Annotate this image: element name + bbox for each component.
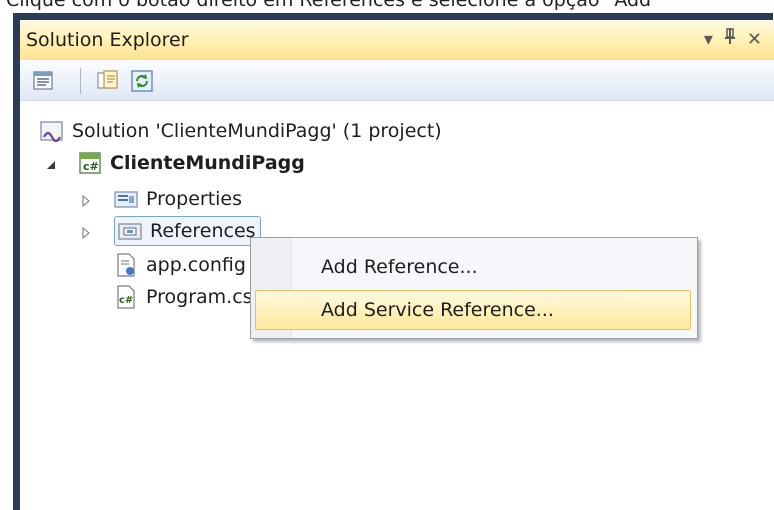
context-menu: Add Reference... Add Service Reference..…: [250, 237, 698, 339]
expanded-triangle-icon[interactable]: [45, 159, 57, 171]
close-icon[interactable]: ✕: [747, 27, 762, 53]
references-selection[interactable]: References: [114, 216, 261, 246]
add-service-reference-menu-item[interactable]: Add Service Reference...: [255, 290, 691, 330]
csharp-project-icon: c#: [79, 152, 101, 174]
program-label: Program.cs: [146, 286, 253, 308]
properties-label: Properties: [146, 188, 243, 210]
tree-node-solution[interactable]: Solution 'ClienteMundiPagg' (1 project): [40, 115, 442, 147]
svg-text:c#: c#: [83, 160, 99, 173]
appconfig-label: app.config: [146, 254, 246, 276]
panel-toolbar: [20, 60, 774, 101]
title-controls: ▾ ✕: [704, 27, 762, 53]
properties-icon: [33, 71, 53, 90]
references-folder-icon: [118, 223, 142, 240]
solution-icon: [40, 121, 63, 143]
panel-titlebar: Solution Explorer ▾ ✕: [20, 20, 774, 60]
pin-icon-svg: [724, 28, 735, 44]
collapsed-triangle-icon[interactable]: [80, 227, 92, 239]
add-reference-label: Add Reference...: [321, 256, 478, 278]
project-label: ClienteMundiPagg: [110, 152, 305, 174]
properties-button[interactable]: [32, 69, 56, 93]
panel-title: Solution Explorer: [26, 29, 189, 51]
dropdown-icon[interactable]: ▾: [704, 27, 713, 53]
refresh-icon: [131, 70, 153, 92]
properties-folder-icon: [114, 191, 138, 208]
toolbar-separator: [80, 68, 81, 94]
add-service-reference-label: Add Service Reference...: [321, 299, 554, 321]
tree-node-properties[interactable]: Properties: [114, 183, 242, 215]
pin-icon[interactable]: [723, 27, 737, 53]
csharp-file-icon: c#: [117, 285, 135, 309]
show-all-files-button[interactable]: [96, 69, 120, 93]
show-all-files-icon: [97, 70, 118, 89]
tree-node-appconfig[interactable]: app.config: [114, 249, 246, 281]
tree-node-project[interactable]: c# ClienteMundiPagg: [78, 147, 305, 179]
solution-label: Solution 'ClienteMundiPagg' (1 project): [72, 120, 442, 142]
instruction-caption: Clique com o botão direito em References…: [6, 0, 652, 11]
collapsed-triangle-icon[interactable]: [80, 195, 92, 207]
tree-node-program[interactable]: c# Program.cs: [114, 281, 253, 313]
refresh-button[interactable]: [130, 69, 154, 93]
config-file-icon: [117, 253, 135, 277]
references-label: References: [150, 220, 256, 242]
tree-node-references[interactable]: References: [114, 215, 261, 247]
add-reference-menu-item[interactable]: Add Reference...: [255, 247, 691, 287]
svg-text:c#: c#: [119, 295, 133, 306]
